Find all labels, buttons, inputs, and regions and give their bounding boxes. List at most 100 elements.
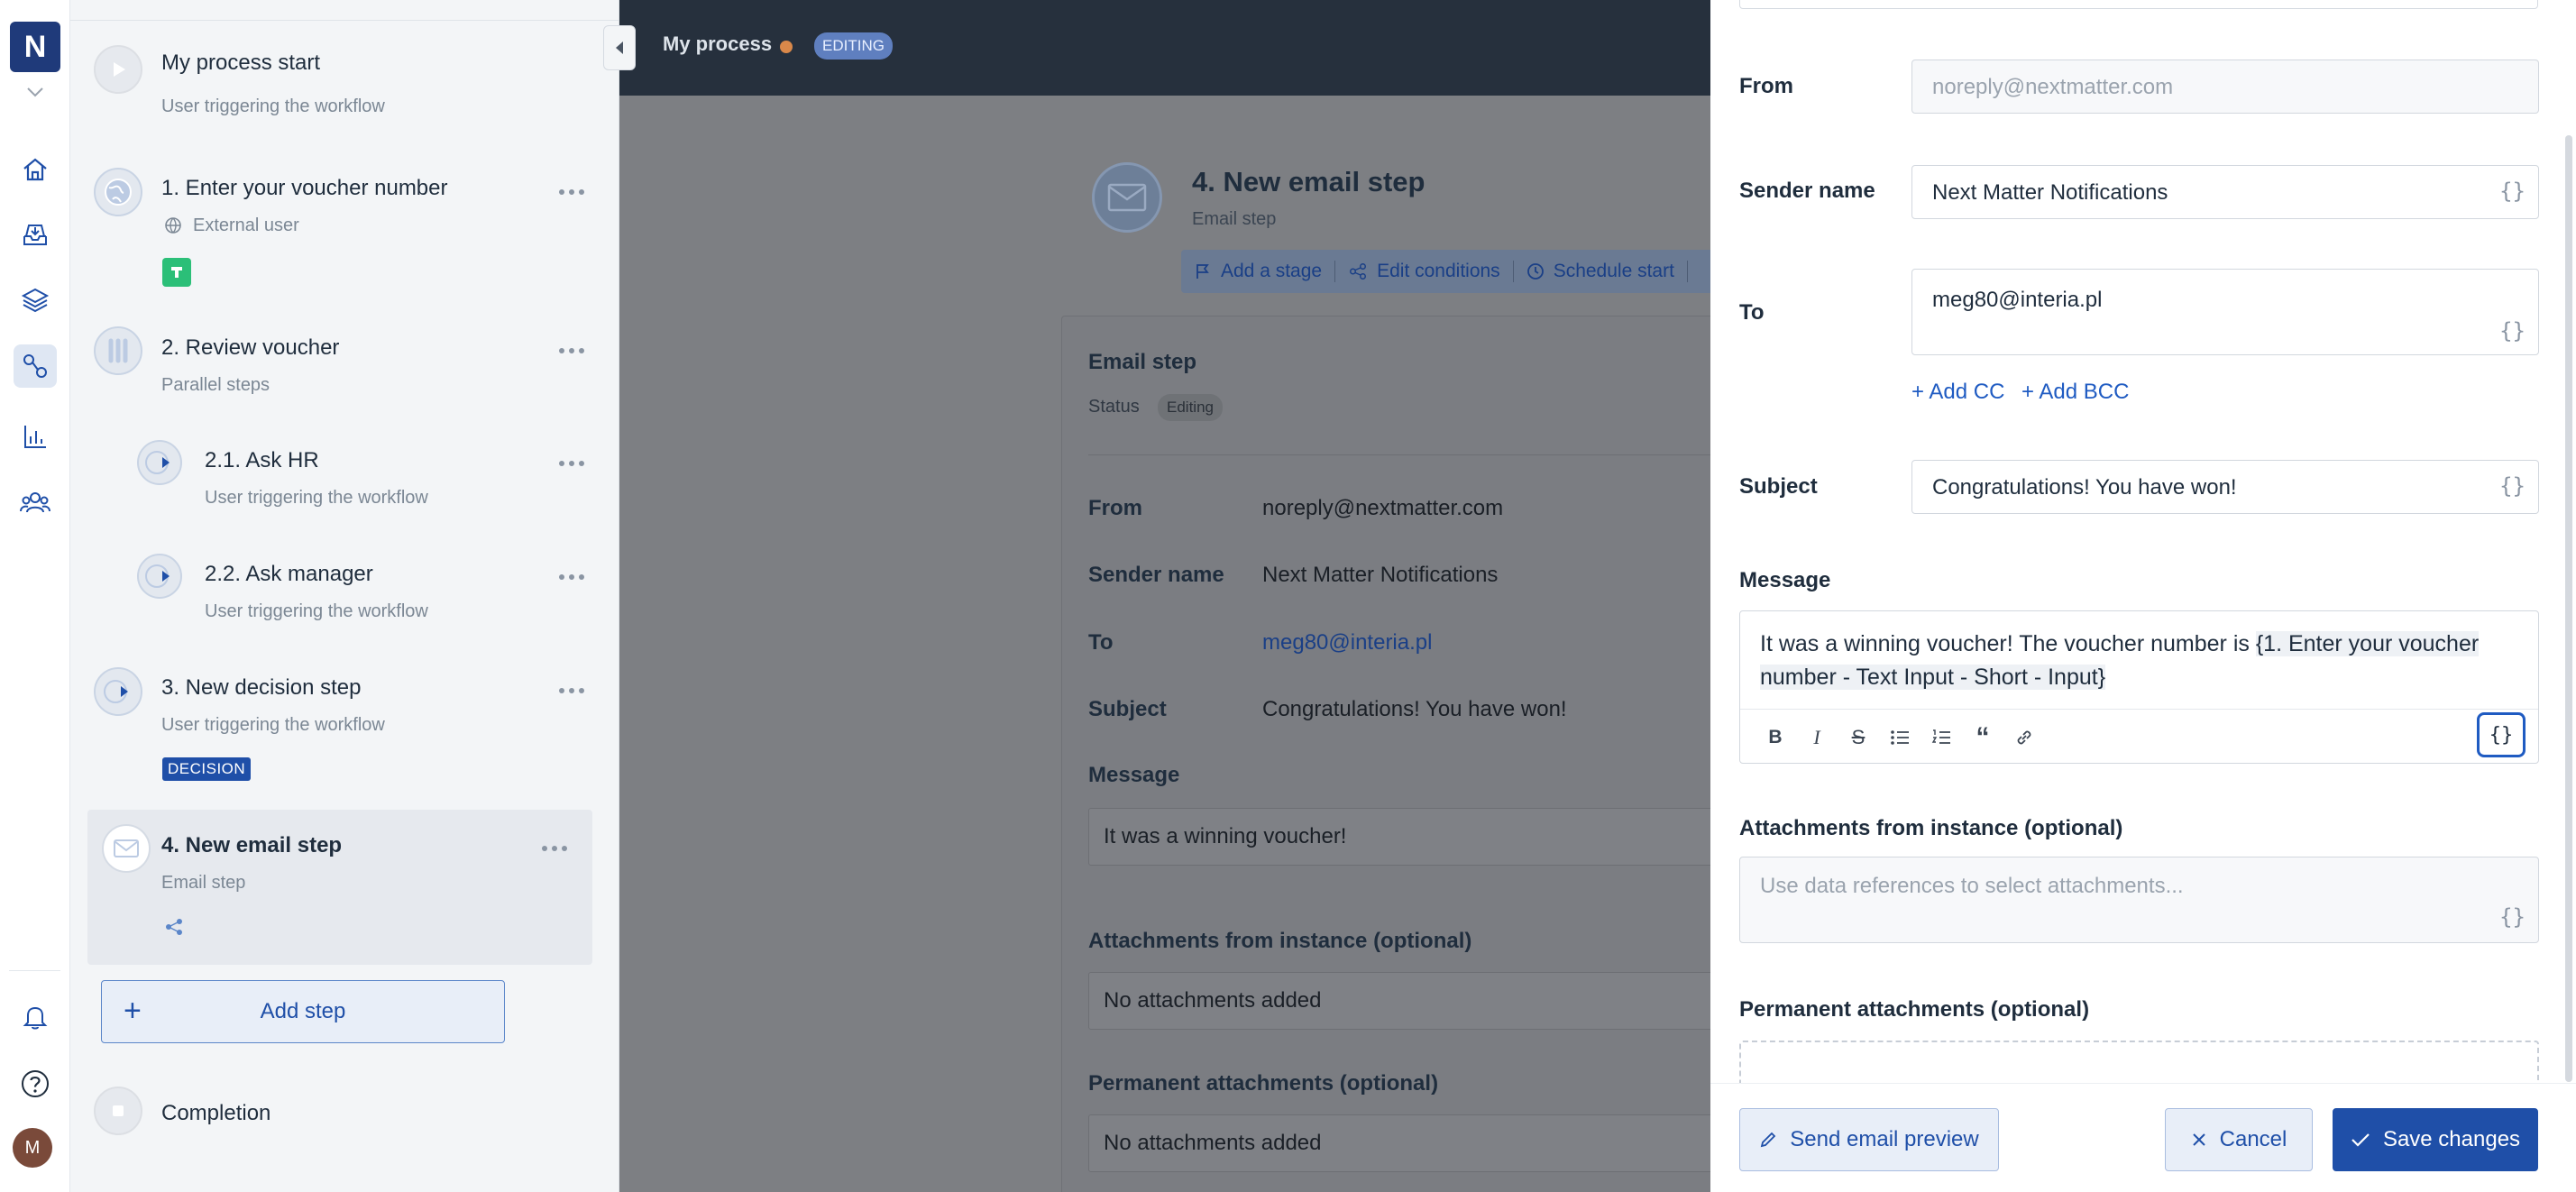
editor-toolbar: B I S “ [1740, 709, 2538, 765]
cancel-button[interactable]: Cancel [2165, 1108, 2313, 1171]
save-label: Save changes [2382, 1127, 2521, 1151]
user-trigger-icon [94, 667, 142, 716]
step-subtitle: User triggering the workflow [205, 601, 428, 621]
chevron-down-icon[interactable] [24, 83, 46, 101]
data-reference-icon[interactable]: {} [2499, 179, 2526, 204]
step-completion[interactable]: Completion [87, 1087, 610, 1141]
play-icon [94, 45, 142, 94]
subject-value: Congratulations! You have won! [1262, 697, 1567, 721]
parallel-icon [94, 326, 142, 375]
save-changes-button[interactable]: Save changes [2333, 1108, 2538, 1171]
flag-icon [1196, 264, 1209, 279]
attachments-field[interactable]: Use data references to select attachment… [1739, 857, 2539, 943]
avatar[interactable]: M [13, 1128, 52, 1168]
perm-label: Permanent attachments (optional) [1088, 1071, 1439, 1096]
message-plain-text: It was a winning voucher! The voucher nu… [1760, 631, 2256, 656]
scrollbar[interactable] [2565, 135, 2572, 1082]
edit-conditions-button[interactable]: Edit conditions [1348, 261, 1514, 282]
user-trigger-icon [137, 440, 182, 485]
step-title: 2.1. Ask HR [205, 448, 319, 472]
bullet-list-icon[interactable] [1886, 724, 1913, 751]
step-title: Completion [161, 1101, 271, 1125]
subject-value: Congratulations! You have won! [1932, 475, 2237, 500]
permanent-attachments-label: Permanent attachments (optional) [1739, 997, 2090, 1022]
status-label: Status [1088, 397, 1140, 417]
strikethrough-icon[interactable]: S [1845, 724, 1872, 751]
team-icon[interactable] [14, 481, 57, 524]
bell-icon[interactable] [14, 995, 57, 1039]
from-field[interactable]: noreply@nextmatter.com [1911, 60, 2539, 114]
more-icon[interactable] [542, 842, 573, 855]
step-title: 1. Enter your voucher number [161, 176, 448, 200]
send-preview-label: Send email preview [1790, 1127, 1979, 1151]
link-icon[interactable] [2011, 724, 2038, 751]
more-icon[interactable] [559, 684, 590, 697]
layers-icon[interactable] [14, 278, 57, 321]
status-badge: EDITING [814, 32, 893, 60]
more-icon[interactable] [559, 457, 590, 470]
process-name[interactable]: My process [663, 32, 772, 56]
cancel-label: Cancel [2219, 1127, 2287, 1151]
data-reference-icon[interactable]: {} [2499, 473, 2526, 499]
schedule-start-label: Schedule start [1553, 261, 1674, 281]
step-2-1[interactable]: 2.1. Ask HR User triggering the workflow [87, 440, 610, 521]
step-subtitle: User triggering the workflow [161, 96, 385, 116]
message-editor[interactable]: It was a winning voucher! The voucher nu… [1739, 610, 2539, 764]
message-text[interactable]: It was a winning voucher! The voucher nu… [1760, 628, 2508, 694]
sender-name-field[interactable]: Next Matter Notifications {} [1911, 165, 2539, 219]
from-label: From [1739, 74, 1793, 98]
process-icon[interactable] [14, 344, 57, 388]
step-start[interactable]: My process start User triggering the wor… [87, 45, 610, 126]
check-icon [2351, 1133, 2370, 1147]
status-chip: Editing [1158, 394, 1223, 421]
collapse-panel-button[interactable] [603, 25, 636, 70]
step-1[interactable]: 1. Enter your voucher number External us… [87, 168, 610, 294]
add-step-button[interactable]: + Add step [101, 980, 505, 1043]
data-reference-icon[interactable]: {} [2499, 318, 2526, 344]
step-3[interactable]: 3. New decision step User triggering the… [87, 667, 610, 784]
step-2-2[interactable]: 2.2. Ask manager User triggering the wor… [87, 554, 610, 635]
step-title: 3. New decision step [161, 675, 362, 700]
inbox-icon[interactable] [14, 213, 57, 256]
quote-icon[interactable]: “ [1969, 722, 1996, 752]
step-4[interactable]: 4. New email step Email step [87, 810, 592, 965]
from-label: From [1088, 496, 1142, 520]
email-icon [102, 824, 151, 873]
more-icon[interactable] [559, 571, 590, 583]
to-value[interactable]: meg80@interia.pl [1262, 630, 1432, 656]
to-label: To [1739, 300, 1765, 325]
more-icon[interactable] [559, 344, 590, 357]
step-subtitle: External user [193, 215, 299, 235]
send-email-preview-button[interactable]: Send email preview [1739, 1108, 1999, 1171]
subject-field[interactable]: Congratulations! You have won! {} [1911, 460, 2539, 514]
app-logo[interactable]: N [10, 22, 60, 72]
attach-value: No attachments added [1088, 972, 1710, 1030]
globe-small-icon [165, 217, 181, 234]
step-title: 2. Review voucher [161, 335, 340, 360]
italic-icon[interactable]: I [1803, 724, 1830, 751]
insert-data-reference-button[interactable]: {} [2477, 712, 2526, 757]
close-icon [2192, 1133, 2205, 1146]
icon-rail: N M [0, 0, 70, 1192]
numbered-list-icon[interactable] [1928, 724, 1955, 751]
help-icon[interactable] [14, 1062, 57, 1105]
from-value: noreply@nextmatter.com [1262, 496, 1504, 520]
add-stage-button[interactable]: Add a stage [1194, 261, 1336, 282]
home-icon[interactable] [14, 148, 57, 191]
analytics-icon[interactable] [14, 415, 57, 458]
to-field[interactable]: meg80@interia.pl {} [1911, 269, 2539, 355]
conditions-icon [166, 919, 182, 935]
add-cc-link[interactable]: + Add CC [1911, 380, 2004, 405]
globe-icon [94, 168, 142, 216]
email-edit-panel: From noreply@nextmatter.com Sender name … [1710, 0, 2576, 1192]
data-reference-icon[interactable]: {} [2499, 904, 2526, 930]
add-bcc-link[interactable]: + Add BCC [2021, 380, 2129, 405]
step-2[interactable]: 2. Review voucher Parallel steps [87, 326, 610, 408]
schedule-start-button[interactable]: Schedule start [1526, 261, 1688, 282]
process-canvas: My process EDITING 4. New email step Ema… [619, 0, 1710, 1192]
subject-label: Subject [1739, 474, 1818, 499]
unsaved-dot [780, 41, 793, 53]
bold-icon[interactable]: B [1762, 724, 1789, 751]
step-title: 2.2. Ask manager [205, 562, 373, 586]
more-icon[interactable] [559, 186, 590, 198]
